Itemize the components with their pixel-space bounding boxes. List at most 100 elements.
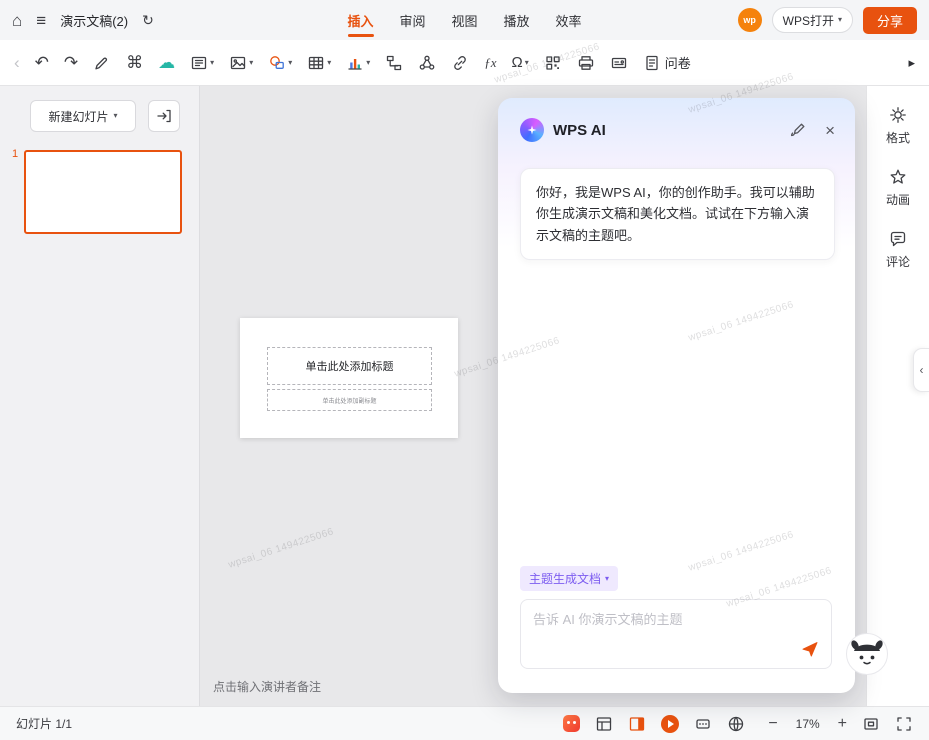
- sidebar-item-label: 动画: [886, 191, 910, 208]
- ai-greeting-message: 你好，我是WPS AI，你的创作助手。我可以辅助你生成演示文稿和美化文档。试试在…: [520, 168, 835, 260]
- chevron-down-icon: ▾: [838, 16, 842, 24]
- survey-button[interactable]: 问卷: [643, 48, 691, 78]
- home-icon[interactable]: ⌂: [12, 12, 22, 29]
- command-icon[interactable]: ⌘: [126, 48, 143, 78]
- formula-icon[interactable]: ƒx: [484, 48, 496, 78]
- tab-slideshow[interactable]: 播放: [496, 0, 538, 40]
- remote-control-icon[interactable]: [694, 715, 712, 733]
- redo-icon[interactable]: ↷: [64, 48, 78, 78]
- zoom-level[interactable]: 17%: [793, 717, 823, 731]
- ribbon-tabs: 插入 审阅 视图 播放 效率: [339, 0, 589, 40]
- undo-icon[interactable]: ↶: [35, 48, 49, 78]
- new-slide-button[interactable]: 新建幻灯片 ▾: [30, 100, 136, 132]
- wps-open-button[interactable]: WPS打开 ▾: [772, 7, 853, 33]
- slide-thumbnail[interactable]: [24, 150, 182, 234]
- share-button[interactable]: 分享: [863, 7, 917, 34]
- slide-canvas[interactable]: 单击此处添加标题 单击此处添加副标题: [240, 318, 458, 438]
- more-tools-icon[interactable]: ▸: [908, 48, 915, 78]
- fullscreen-icon[interactable]: [895, 715, 913, 733]
- tab-view[interactable]: 视图: [443, 0, 485, 40]
- chevron-down-icon: ▾: [288, 59, 292, 67]
- ai-prompt-input[interactable]: [533, 609, 793, 659]
- sidebar-item-label: 评论: [886, 253, 910, 270]
- ai-panel-header: WPS AI ×: [498, 98, 855, 142]
- ai-mascot[interactable]: [845, 632, 889, 676]
- ai-prompt-box: [520, 599, 832, 669]
- table-icon[interactable]: ▾: [307, 48, 331, 78]
- qrcode-icon[interactable]: [544, 48, 562, 78]
- insert-toolbar: ‹ ↶ ↷ ⌘ ☁ ▾ ▾ ▾ ▾ ▾: [0, 40, 929, 86]
- mode-label: 主题生成文档: [529, 570, 601, 587]
- tab-review[interactable]: 审阅: [391, 0, 433, 40]
- printer-icon[interactable]: [577, 48, 595, 78]
- import-slide-button[interactable]: [148, 100, 180, 132]
- chevron-down-icon: ▾: [210, 59, 214, 67]
- sidebar-item-label: 格式: [886, 129, 910, 146]
- chart-icon[interactable]: ▾: [346, 48, 370, 78]
- theme-brush-icon[interactable]: [789, 121, 807, 139]
- wps-ai-panel: WPS AI × 你好，我是WPS AI，你的创作助手。我可以辅助你生成演示文稿…: [498, 98, 855, 693]
- send-icon[interactable]: [799, 638, 821, 660]
- play-slideshow-button[interactable]: [661, 715, 679, 733]
- omega-glyph: Ω: [512, 55, 523, 70]
- import-icon: [155, 107, 173, 125]
- slide-number: 1: [12, 148, 18, 160]
- sidebar-item-animation[interactable]: 动画: [886, 168, 910, 208]
- tab-insert[interactable]: 插入: [339, 0, 381, 40]
- chevron-down-icon: ▾: [249, 59, 253, 67]
- image-icon[interactable]: ▾: [229, 48, 253, 78]
- cloud-icon[interactable]: ☁: [158, 48, 175, 78]
- wps-open-label: WPS打开: [783, 12, 834, 29]
- right-sidebar: 格式 动画 评论: [866, 86, 929, 706]
- titlebar: ⌂ ≡ 演示文稿(2) ↻ 插入 审阅 视图 播放 效率 wp WPS打开 ▾ …: [0, 0, 929, 40]
- chevron-down-icon: ▾: [366, 59, 370, 67]
- back-icon[interactable]: ‹: [14, 48, 20, 78]
- gear-icon: [889, 106, 907, 124]
- shapes-icon[interactable]: ▾: [268, 48, 292, 78]
- format-painter-icon[interactable]: [93, 48, 111, 78]
- wps-presentation-window: ⌂ ≡ 演示文稿(2) ↻ 插入 审阅 视图 播放 效率 wp WPS打开 ▾ …: [0, 0, 929, 740]
- flowchart-icon[interactable]: [385, 48, 403, 78]
- textbox-icon[interactable]: ▾: [190, 48, 214, 78]
- star-icon: [889, 168, 907, 186]
- sidebar-item-comments[interactable]: 评论: [886, 230, 910, 270]
- collapse-icon: ‹: [920, 363, 924, 377]
- statusbar: 幻灯片 1/1 − 17% +: [0, 706, 929, 740]
- chevron-down-icon: ▾: [327, 59, 331, 67]
- sync-icon[interactable]: ↻: [142, 13, 154, 27]
- survey-doc-icon: [643, 54, 661, 72]
- mode-selector[interactable]: 主题生成文档 ▾: [520, 566, 618, 591]
- ai-panel-title: WPS AI: [553, 122, 606, 139]
- chevron-down-icon: ▾: [525, 59, 529, 67]
- tab-efficiency[interactable]: 效率: [548, 0, 590, 40]
- link-icon[interactable]: [451, 48, 469, 78]
- document-title[interactable]: 演示文稿(2): [60, 11, 128, 30]
- survey-label: 问卷: [665, 53, 691, 72]
- zoom-in-button[interactable]: +: [838, 716, 847, 732]
- normal-view-icon[interactable]: [595, 715, 613, 733]
- new-slide-label: 新建幻灯片: [48, 108, 108, 125]
- smartart-icon[interactable]: [418, 48, 436, 78]
- menu-icon[interactable]: ≡: [36, 12, 46, 29]
- avatar[interactable]: wp: [738, 8, 762, 32]
- slide-panel: 新建幻灯片 ▾ 1: [0, 86, 200, 706]
- close-icon[interactable]: ×: [825, 122, 835, 139]
- wps-ai-logo-icon: [520, 118, 544, 142]
- zoom-out-button[interactable]: −: [768, 716, 777, 732]
- title-placeholder[interactable]: 单击此处添加标题: [267, 347, 432, 385]
- sidebar-collapse-handle[interactable]: ‹: [913, 348, 929, 392]
- slide-info: 幻灯片 1/1: [16, 715, 72, 732]
- symbol-omega-icon[interactable]: Ω ▾: [512, 48, 529, 78]
- comment-icon: [889, 230, 907, 248]
- chevron-down-icon: ▾: [114, 112, 118, 120]
- fit-window-icon[interactable]: [862, 715, 880, 733]
- subtitle-placeholder[interactable]: 单击此处添加副标题: [267, 389, 432, 411]
- speaker-notes-placeholder[interactable]: 点击输入演讲者备注: [213, 678, 321, 695]
- chevron-down-icon: ▾: [605, 575, 609, 583]
- globe-icon[interactable]: [727, 715, 745, 733]
- ai-panel-toggle-icon[interactable]: [628, 715, 646, 733]
- sidebar-item-format[interactable]: 格式: [886, 106, 910, 146]
- ai-assistant-icon[interactable]: [563, 715, 580, 732]
- card-icon[interactable]: [610, 48, 628, 78]
- ai-input-area: 主题生成文档 ▾: [520, 566, 832, 669]
